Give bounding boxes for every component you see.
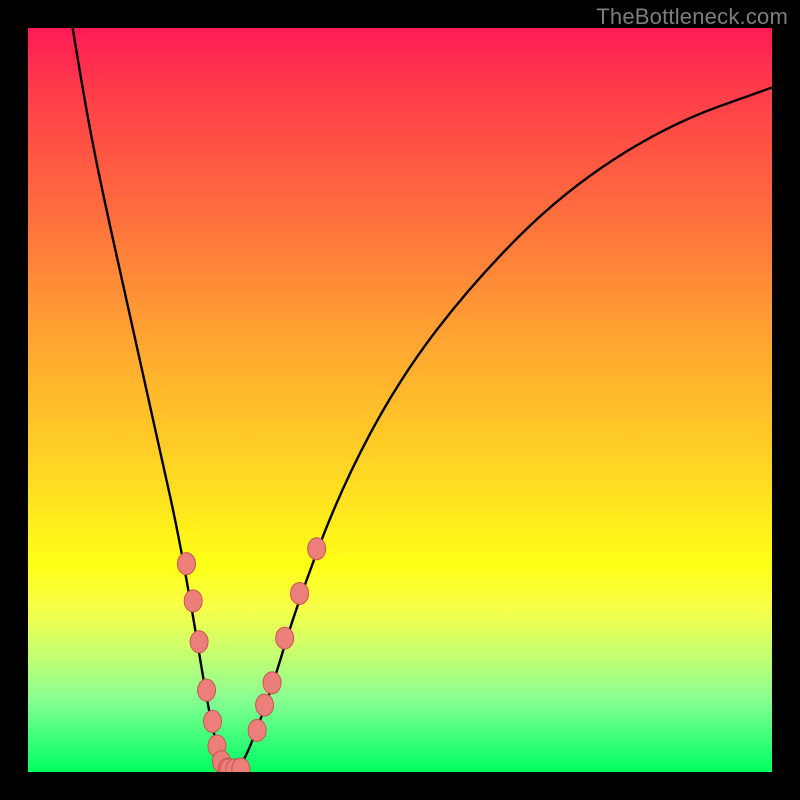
plot-area [28,28,772,772]
bottleneck-curve [73,28,772,771]
watermark-text: TheBottleneck.com [596,4,788,30]
data-marker [248,719,266,741]
data-marker [184,590,202,612]
data-marker [190,631,208,653]
data-marker [276,627,294,649]
data-marker [263,672,281,694]
data-marker [198,679,216,701]
data-marker [308,538,326,560]
data-marker [177,553,195,575]
chart-stage: TheBottleneck.com [0,0,800,800]
data-marker [291,582,309,604]
plot-svg [28,28,772,772]
data-marker [204,710,222,732]
data-marker [256,694,274,716]
